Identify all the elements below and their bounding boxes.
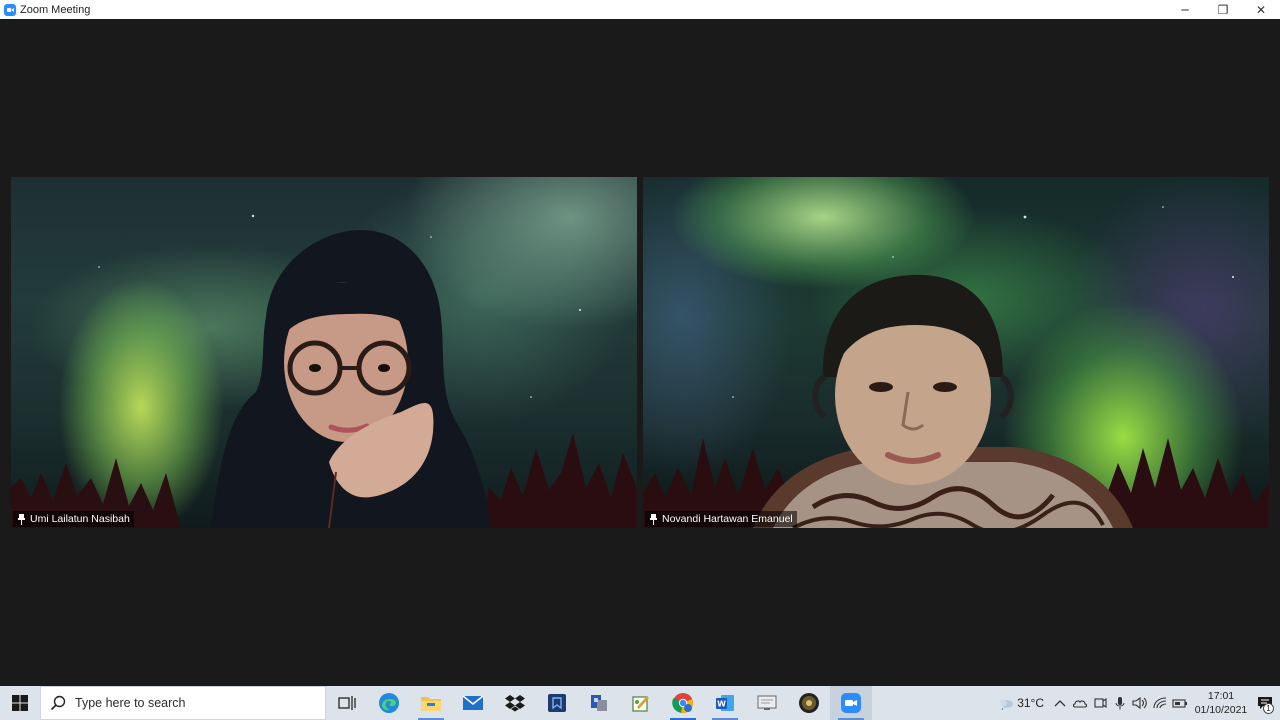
taskbar-app-screen[interactable]: [746, 686, 788, 720]
participant-video-person: [211, 230, 491, 528]
chevron-up-icon[interactable]: [1050, 686, 1070, 720]
mail-icon: [462, 695, 484, 710]
onedrive-icon[interactable]: [1070, 686, 1090, 720]
file-explorer-icon: [421, 697, 441, 711]
taskbar-app-books[interactable]: [536, 686, 578, 720]
taskbar-app-blue[interactable]: [578, 686, 620, 720]
pin-icon: [648, 513, 658, 525]
battery-icon[interactable]: [1170, 686, 1190, 720]
participant-video-person: [753, 274, 1133, 528]
windows-logo-icon: [12, 695, 28, 711]
notes-app-icon: [632, 696, 649, 712]
task-view-button[interactable]: [326, 686, 368, 720]
meet-now-icon[interactable]: [1090, 686, 1110, 720]
books-app-icon: [548, 694, 566, 712]
meeting-gallery: Umi Lailatun Nasibah Novandi Hartawan Em…: [0, 19, 1280, 686]
video-tile[interactable]: Novandi Hartawan Emanuel: [643, 177, 1269, 528]
zoom-logo-icon: [4, 3, 16, 16]
notification-center-button[interactable]: 1: [1250, 686, 1280, 720]
search-placeholder: Type here to search: [75, 696, 186, 710]
close-button[interactable]: ✕: [1242, 0, 1280, 19]
wifi-icon[interactable]: [1150, 686, 1170, 720]
taskbar-app-game[interactable]: [788, 686, 830, 720]
video-tile[interactable]: Umi Lailatun Nasibah: [11, 177, 637, 528]
svg-text:W: W: [717, 700, 726, 709]
notification-count-badge: 1: [1263, 703, 1274, 714]
clock-time: 17:01: [1207, 690, 1235, 702]
participant-name: Umi Lailatun Nasibah: [30, 513, 130, 525]
start-button[interactable]: [0, 686, 40, 720]
participant-name-tag: Umi Lailatun Nasibah: [13, 511, 134, 527]
taskbar-app-chrome[interactable]: [662, 686, 704, 720]
system-tray: 31°C 17:01 01/10/2021 1: [995, 686, 1280, 720]
minimize-button[interactable]: ─: [1166, 0, 1204, 19]
taskbar-app-edge[interactable]: [368, 686, 410, 720]
game-app-icon: [799, 693, 819, 713]
clock-date: 01/10/2021: [1194, 704, 1248, 716]
microphone-icon[interactable]: [1110, 686, 1130, 720]
taskbar-app-dropbox[interactable]: [494, 686, 536, 720]
chrome-icon: [672, 693, 693, 713]
zoom-icon: [841, 693, 861, 713]
participant-name-tag: Novandi Hartawan Emanuel: [645, 511, 797, 527]
taskbar-clock[interactable]: 17:01 01/10/2021: [1192, 689, 1250, 717]
dropbox-icon: [505, 695, 525, 712]
window-title: Zoom Meeting: [20, 3, 91, 16]
windows-taskbar: Type here to search W 31°C 17:01 01/10/2…: [0, 686, 1280, 720]
taskbar-search-box[interactable]: Type here to search: [40, 686, 326, 720]
word-icon: W: [716, 695, 734, 711]
taskbar-app-mail[interactable]: [452, 686, 494, 720]
window-titlebar: Zoom Meeting ─ ❐ ✕: [0, 0, 1280, 19]
blue-app-icon: [591, 695, 607, 711]
window-controls: ─ ❐ ✕: [1166, 0, 1280, 19]
taskbar-app-zoom[interactable]: [830, 686, 872, 720]
speaker-icon[interactable]: [1130, 686, 1150, 720]
screen-app-icon: [757, 695, 777, 710]
pin-icon: [16, 513, 26, 525]
restore-button[interactable]: ❐: [1204, 0, 1242, 19]
weather-icon[interactable]: [995, 686, 1017, 720]
participant-name: Novandi Hartawan Emanuel: [662, 513, 793, 525]
weather-temperature[interactable]: 31°C: [1017, 696, 1044, 710]
taskbar-app-word[interactable]: W: [704, 686, 746, 720]
edge-icon: [379, 693, 399, 713]
search-icon: [41, 695, 75, 711]
taskbar-app-notes[interactable]: [620, 686, 662, 720]
taskbar-app-file-explorer[interactable]: [410, 686, 452, 720]
task-view-icon: [338, 696, 356, 710]
